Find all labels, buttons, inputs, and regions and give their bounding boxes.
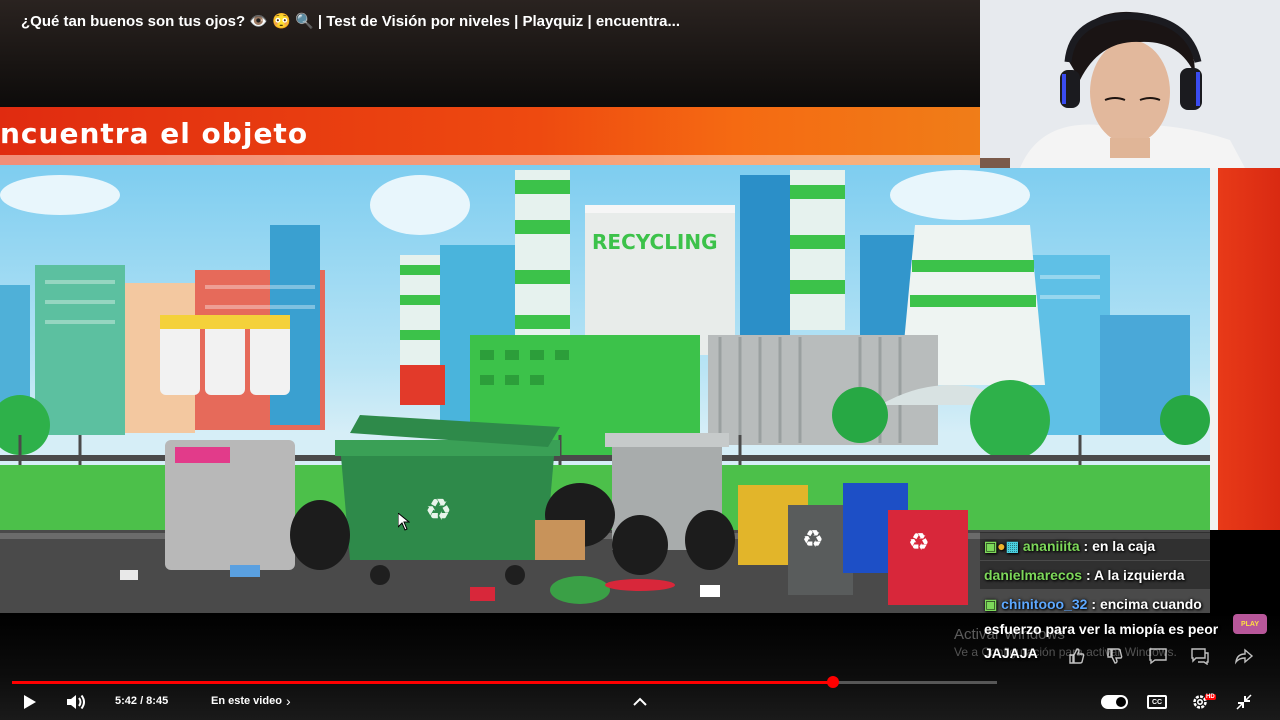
chat-badges-icon: ▦: [1005, 538, 1019, 554]
chat-text: en la caja: [1092, 538, 1156, 554]
chat-message: ▣ chinitooo_32 : encima cuando: [984, 596, 1202, 613]
recycling-sign: RECYCLING: [592, 230, 718, 254]
comment-icon[interactable]: [1148, 647, 1168, 670]
chat-text: encima cuando: [1099, 596, 1202, 612]
subtitles-button[interactable]: CC: [1147, 695, 1167, 709]
chat-message: danielmarecos : A la izquierda: [984, 567, 1185, 583]
playquiz-logo: PLAY: [1233, 614, 1267, 634]
chat-text: A la izquierda: [1093, 567, 1185, 583]
progress-bar[interactable]: [12, 676, 997, 688]
windows-watermark: Activar Windows: [954, 626, 1065, 643]
volume-button[interactable]: [64, 692, 88, 712]
autoplay-toggle[interactable]: [1101, 695, 1128, 709]
chevron-right-icon: ›: [286, 693, 291, 709]
more-videos-button[interactable]: [630, 692, 650, 712]
video-top-bar: ¿Qué tan buenos son tus ojos? 👁️ 😳 🔍 | T…: [0, 0, 980, 107]
chat-badges-icon: ▣: [984, 596, 998, 612]
chat-separator: :: [1079, 538, 1093, 554]
chat-separator: :: [1082, 567, 1094, 583]
dislike-icon[interactable]: [1106, 647, 1124, 670]
mouse-cursor-icon: [398, 513, 410, 531]
hd-badge: HD: [1205, 694, 1216, 700]
share-icon[interactable]: [1234, 647, 1254, 670]
exit-fullscreen-icon: [1236, 694, 1252, 710]
windows-watermark-sub: Ve a Configuración para activar Windows.: [954, 645, 1177, 659]
chat-username: chinitooo_32: [1001, 596, 1088, 612]
banner-text: ncuentra el objeto: [0, 117, 309, 150]
chat-username: danielmarecos: [984, 567, 1083, 583]
svg-text:♻: ♻: [802, 525, 824, 553]
like-icon[interactable]: [1068, 647, 1086, 670]
chat-message: ▣●▦ ananiiita : en la caja: [984, 538, 1155, 555]
chat-badges-icon: ●: [997, 538, 1006, 554]
streamer-webcam-image: [980, 0, 1280, 168]
progress-played: [12, 681, 834, 684]
webcam-overlay: [980, 0, 1280, 168]
svg-text:♻: ♻: [425, 493, 452, 528]
exit-fullscreen-button[interactable]: [1234, 692, 1254, 712]
chat-separator: :: [1087, 596, 1100, 612]
video-banner: ncuentra el objeto: [0, 107, 980, 165]
live-chat-icon[interactable]: [1190, 647, 1210, 670]
chevron-up-icon: [633, 697, 647, 706]
play-button[interactable]: [19, 692, 39, 712]
time-display: 5:42 / 8:45: [115, 695, 169, 707]
svg-text:♻: ♻: [908, 528, 930, 556]
red-frame-edge: [1210, 165, 1280, 530]
chapters-button[interactable]: En este video: [211, 695, 282, 707]
chat-username: ananiiita: [1022, 538, 1080, 554]
chat-badges-icon: ▣: [984, 538, 998, 554]
video-title[interactable]: ¿Qué tan buenos son tus ojos? 👁️ 😳 🔍 | T…: [21, 12, 680, 30]
play-icon: [24, 695, 36, 709]
volume-icon: [67, 694, 85, 710]
